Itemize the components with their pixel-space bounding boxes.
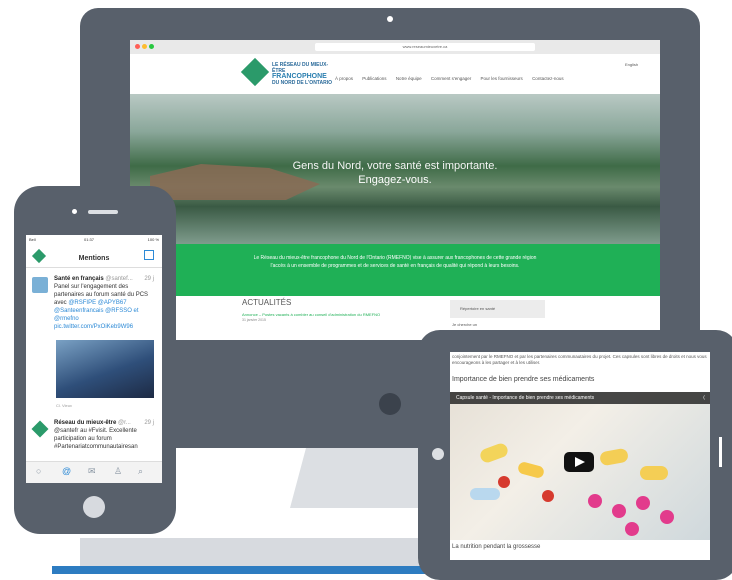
tweet-handle: @r... xyxy=(118,420,131,426)
play-icon xyxy=(575,457,585,467)
video-title-bar: Capsule santé - Importance de bien prend… xyxy=(450,392,710,404)
pill-image xyxy=(470,488,500,500)
pill-image xyxy=(542,490,554,502)
battery-label: 100 % xyxy=(147,237,159,242)
phone-status-bar: Bell 01:37 100 % xyxy=(26,235,162,245)
profile-icon[interactable]: ♙ xyxy=(114,466,122,477)
pill-image xyxy=(588,494,602,508)
pill-image xyxy=(598,447,630,467)
tweet-1[interactable]: Santé en français @santef... 29 j Panel … xyxy=(54,275,154,331)
tweet-author[interactable]: Réseau du mieux-être xyxy=(54,420,116,426)
tweet-location: Cl. Vieux xyxy=(56,403,72,408)
intro-text: conjointement par le RMEFNO et par les p… xyxy=(452,354,707,365)
phone-speaker xyxy=(88,210,118,214)
site-header xyxy=(130,54,660,94)
pill-image xyxy=(625,522,639,536)
next-heading: La nutrition pendant la grossesse xyxy=(452,544,541,550)
tweet-photo[interactable] xyxy=(56,340,154,398)
main-nav: À propos Publications Notre équipe Comme… xyxy=(335,76,572,81)
avatar[interactable] xyxy=(32,277,48,293)
close-dot[interactable] xyxy=(135,44,140,49)
tab-bar: ○ @ ✉ ♙ ⌕ xyxy=(26,461,162,483)
tweet-handle: @santef... xyxy=(105,276,133,282)
tweet-2[interactable]: Réseau du mieux-être @r... 29 j @santefr… xyxy=(54,419,154,451)
address-bar[interactable]: www.reseaumieuxetre.ca xyxy=(315,43,535,51)
news-heading: ACTUALITÉS xyxy=(242,298,292,307)
tablet-home-indicator xyxy=(719,437,722,467)
tweet-time: 29 j xyxy=(144,420,154,426)
nav-item-engage[interactable]: Comment s'engager xyxy=(431,76,471,81)
mission-banner xyxy=(130,244,660,296)
monitor-stand-base xyxy=(80,538,440,566)
pill-image xyxy=(640,466,668,480)
compose-icon[interactable] xyxy=(144,250,154,260)
monitor-camera xyxy=(387,16,393,22)
directory-label: Répertoire en santé xyxy=(460,306,496,311)
tweet-author[interactable]: Santé en français xyxy=(54,276,104,282)
directory-link[interactable]: Je cherche un xyxy=(452,322,477,327)
mentions-title: Mentions xyxy=(78,255,110,262)
zoom-dot[interactable] xyxy=(149,44,154,49)
pill-image xyxy=(636,496,650,510)
minimize-dot[interactable] xyxy=(142,44,147,49)
tweet-text: @santefr au #Fvisit. Excellente particip… xyxy=(54,428,138,450)
hero-subheadline: Engagez-vous. xyxy=(358,174,432,186)
pill-image xyxy=(478,441,510,465)
news-item-link[interactable]: Annonce – Postes vacants à combler au co… xyxy=(242,312,380,317)
mission-text: Le Réseau du mieux-être francophone du N… xyxy=(253,255,537,269)
logo-line-3: DU NORD DE L'ONTARIO xyxy=(272,80,332,86)
language-link[interactable]: English xyxy=(625,62,638,67)
tablet-camera xyxy=(432,448,444,460)
section-heading: Importance de bien prendre ses médicamen… xyxy=(452,376,595,383)
pill-image xyxy=(660,510,674,524)
hero-headline: Gens du Nord, votre santé est importante… xyxy=(292,160,498,172)
avatar[interactable] xyxy=(31,420,49,438)
accent-strip xyxy=(52,566,442,574)
phone-screen: Bell 01:37 100 % Mentions Santé en franç… xyxy=(26,235,162,483)
mentions-icon[interactable]: @ xyxy=(62,466,71,476)
tablet-screen: conjointement par le RMEFNO et par les p… xyxy=(450,352,710,560)
pill-image xyxy=(498,476,510,488)
site-logo-text[interactable]: LE RÉSEAU DU MIEUX-ÊTRE FRANCOPHONE DU N… xyxy=(272,62,332,86)
pill-image xyxy=(612,504,626,518)
monitor-power-button xyxy=(379,393,401,415)
nav-item-providers[interactable]: Pour les fournisseurs xyxy=(481,76,523,81)
nav-item-contact[interactable]: Contactez-nous xyxy=(532,76,564,81)
video-player[interactable]: Capsule santé - Importance de bien prend… xyxy=(450,392,710,540)
monitor-screen: www.reseaumieuxetre.ca LE RÉSEAU DU MIEU… xyxy=(130,40,660,340)
nav-item-publications[interactable]: Publications xyxy=(362,76,386,81)
status-time: 01:37 xyxy=(84,237,95,242)
nav-item-about[interactable]: À propos xyxy=(335,76,353,81)
phone-home-button[interactable] xyxy=(83,496,105,518)
tweet-time: 29 j xyxy=(144,276,154,282)
search-icon[interactable]: ⌕ xyxy=(138,466,143,477)
phone-camera xyxy=(72,209,77,214)
share-icon[interactable]: ⟨ xyxy=(703,392,705,404)
carrier-label: Bell xyxy=(29,237,36,242)
browser-toolbar: www.reseaumieuxetre.ca xyxy=(130,40,660,55)
messages-icon[interactable]: ✉ xyxy=(88,466,96,477)
news-item-date: 31 janvier 2015 xyxy=(242,318,266,322)
home-icon[interactable]: ○ xyxy=(36,466,41,476)
nav-item-team[interactable]: Notre équipe xyxy=(396,76,422,81)
pill-image xyxy=(516,460,546,480)
video-title: Capsule santé - Importance de bien prend… xyxy=(456,395,595,401)
